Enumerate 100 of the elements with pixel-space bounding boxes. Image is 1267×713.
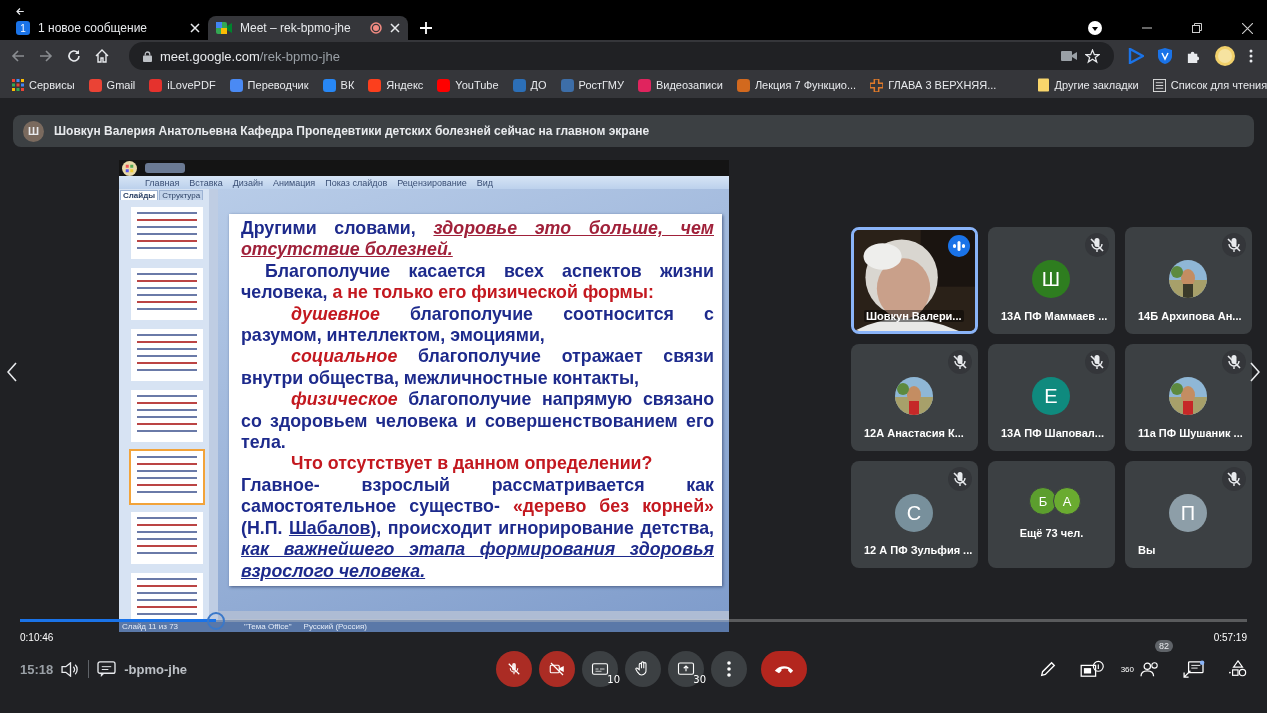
- ribbon-tab[interactable]: Главная: [145, 177, 180, 188]
- participant-tile[interactable]: 14Б Архипова Ан...: [1125, 227, 1252, 334]
- participant-tile[interactable]: 12А Анастасия К...: [851, 344, 978, 451]
- participant-tile[interactable]: 11а ПФ Шушаник ...: [1125, 344, 1252, 451]
- bookmark[interactable]: Gmail: [88, 78, 136, 92]
- ribbon-tab[interactable]: Дизайн: [232, 177, 263, 188]
- browser-tab[interactable]: 1 1 новое сообщение: [8, 16, 208, 40]
- slide-thumbnail[interactable]: [129, 449, 205, 505]
- pane-tab[interactable]: Структура: [159, 190, 204, 200]
- back-arrow-icon[interactable]: [14, 7, 26, 16]
- slide-paragraph: Благополучие касается всех аспектов жизни человека, а не только его физической формы:: [241, 260, 714, 304]
- slide-thumbnail[interactable]: [129, 205, 205, 261]
- slide-thumbnail[interactable]: [129, 266, 205, 322]
- phone-icon: [774, 664, 794, 674]
- bookmark[interactable]: РостГМУ: [560, 78, 624, 92]
- close-icon[interactable]: [1242, 22, 1253, 34]
- close-icon[interactable]: [390, 23, 400, 33]
- participant-tile[interactable]: П Вы: [1125, 461, 1252, 568]
- bookmark[interactable]: ГЛАВА 3 ВЕРХНЯЯ...: [870, 78, 997, 92]
- meeting-code: -bpmo-jhe: [124, 661, 188, 677]
- leave-call-button[interactable]: [761, 651, 807, 687]
- more-options-button[interactable]: [711, 651, 747, 687]
- avatar: П: [1169, 494, 1207, 532]
- volume-icon[interactable]: [61, 661, 81, 677]
- ribbon-tab[interactable]: Вставка: [189, 177, 223, 188]
- bookmark[interactable]: Переводчик: [229, 78, 309, 92]
- reload-icon[interactable]: [67, 49, 81, 63]
- slide-thumbnail[interactable]: [129, 571, 205, 620]
- clock-text: 15:18: [20, 661, 54, 677]
- bookmark[interactable]: Лекция 7 Функцио...: [736, 78, 857, 92]
- slide-thumbnail[interactable]: [129, 510, 205, 566]
- bookmark[interactable]: YouTube: [437, 78, 499, 92]
- camera-icon: [548, 660, 566, 678]
- close-icon[interactable]: [190, 23, 200, 33]
- chat-icon[interactable]: [97, 660, 117, 678]
- avatar: Е: [1032, 377, 1070, 415]
- raise-hand-button[interactable]: [625, 651, 661, 687]
- pane-tab[interactable]: Слайды: [120, 190, 159, 200]
- participant-name: 12 А ПФ Зульфия ...: [864, 544, 973, 556]
- participant-tile[interactable]: Е 13А ПФ Шаповал...: [988, 344, 1115, 451]
- profile-avatar[interactable]: [1215, 46, 1235, 66]
- back-icon[interactable]: [11, 49, 25, 63]
- camera-icon[interactable]: [1061, 51, 1077, 61]
- participant-count-badge: 82: [1155, 640, 1173, 652]
- bookmark-label: Список для чтения: [1170, 79, 1267, 91]
- forward-icon[interactable]: [39, 49, 53, 63]
- dropdown-icon[interactable]: [1088, 21, 1102, 35]
- shield-icon[interactable]: [1158, 48, 1172, 64]
- rotate-label: 360: [1120, 664, 1134, 674]
- ribbon-tab[interactable]: Показ слайдов: [325, 177, 388, 188]
- status-text: Слайд 11 из 73: [122, 621, 179, 631]
- bookmark[interactable]: iLovePDF: [149, 78, 216, 92]
- participant-tile[interactable]: С 12 А ПФ Зульфия ...: [851, 461, 978, 568]
- slide-paragraph: физическое благополучие напрямую связано со здоровьем человека и совершенствованием его тела.: [241, 389, 714, 454]
- office-button-icon[interactable]: [122, 160, 137, 176]
- star-icon[interactable]: [1085, 48, 1100, 64]
- bookmark-label: Gmail: [106, 79, 136, 91]
- bookmark[interactable]: ДО: [512, 78, 547, 92]
- participant-tile[interactable]: Б А Ещё 73 чел.: [988, 461, 1115, 568]
- lock-icon: [143, 50, 152, 62]
- ribbon-tab[interactable]: Вид: [476, 177, 493, 188]
- menu-icon[interactable]: [1249, 49, 1253, 63]
- seek-bar[interactable]: [20, 619, 1247, 622]
- new-tab-icon[interactable]: [420, 22, 432, 34]
- slide-thumbnail[interactable]: [129, 327, 205, 383]
- ribbon-tab[interactable]: Анимация: [273, 177, 316, 188]
- info-icon: [1079, 660, 1104, 678]
- bookmark[interactable]: Список для чтения: [1152, 78, 1267, 92]
- browser-tab[interactable]: Meet – rek-bpmo-jhe: [208, 16, 408, 40]
- participant-name: 12А Анастасия К...: [864, 427, 964, 439]
- participant-tile[interactable]: Ш 13А ПФ Маммаев ...: [988, 227, 1115, 334]
- bookmark[interactable]: Сервисы: [12, 79, 75, 91]
- chevron-left-icon[interactable]: [7, 362, 17, 382]
- participant-name: Шовкун Валери...: [864, 310, 964, 322]
- avatar: Б: [1029, 487, 1057, 515]
- home-icon[interactable]: [95, 49, 109, 63]
- slide-paragraph: Главное- взрослый рассматривается как самостоятельное существо- «дерево без корней» (Н.П. Шабалов), происходит игнорирование детства, как важнейшего этапа формирования здоровья взрослого человека.: [241, 474, 714, 582]
- reading-list-icon: [1152, 78, 1166, 92]
- bookmark[interactable]: Другие закладки: [1038, 78, 1139, 92]
- scrollbar[interactable]: [218, 611, 729, 620]
- participant-name: 13А ПФ Маммаев ...: [1001, 310, 1108, 322]
- captions-button[interactable]: 10: [582, 651, 618, 687]
- slide-paragraph: Что отсутствует в данном определении?: [290, 453, 654, 475]
- tab-title: Meet – rek-bpmo-jhe: [240, 21, 352, 35]
- participant-tile[interactable]: Шовкун Валери...: [851, 227, 978, 334]
- address-bar[interactable]: meet.google.com/rek-bpmo-jhe: [129, 42, 1114, 70]
- message-count-badge: 1: [16, 21, 30, 35]
- bookmark[interactable]: Видеозаписи: [637, 78, 723, 92]
- microphone-button[interactable]: [496, 651, 532, 687]
- play-extension-icon[interactable]: [1128, 48, 1144, 64]
- bookmark[interactable]: Яндекс: [368, 78, 424, 92]
- slide-thumbnail[interactable]: [129, 388, 205, 444]
- scrollbar[interactable]: [209, 189, 218, 620]
- bookmark[interactable]: ВК: [322, 78, 355, 92]
- camera-button[interactable]: [539, 651, 575, 687]
- chevron-right-icon[interactable]: [1250, 362, 1260, 382]
- restore-icon[interactable]: [1192, 23, 1202, 33]
- seek-thumb[interactable]: [207, 612, 226, 630]
- ribbon-tab[interactable]: Рецензирование: [397, 177, 467, 188]
- present-button[interactable]: 30: [668, 651, 704, 687]
